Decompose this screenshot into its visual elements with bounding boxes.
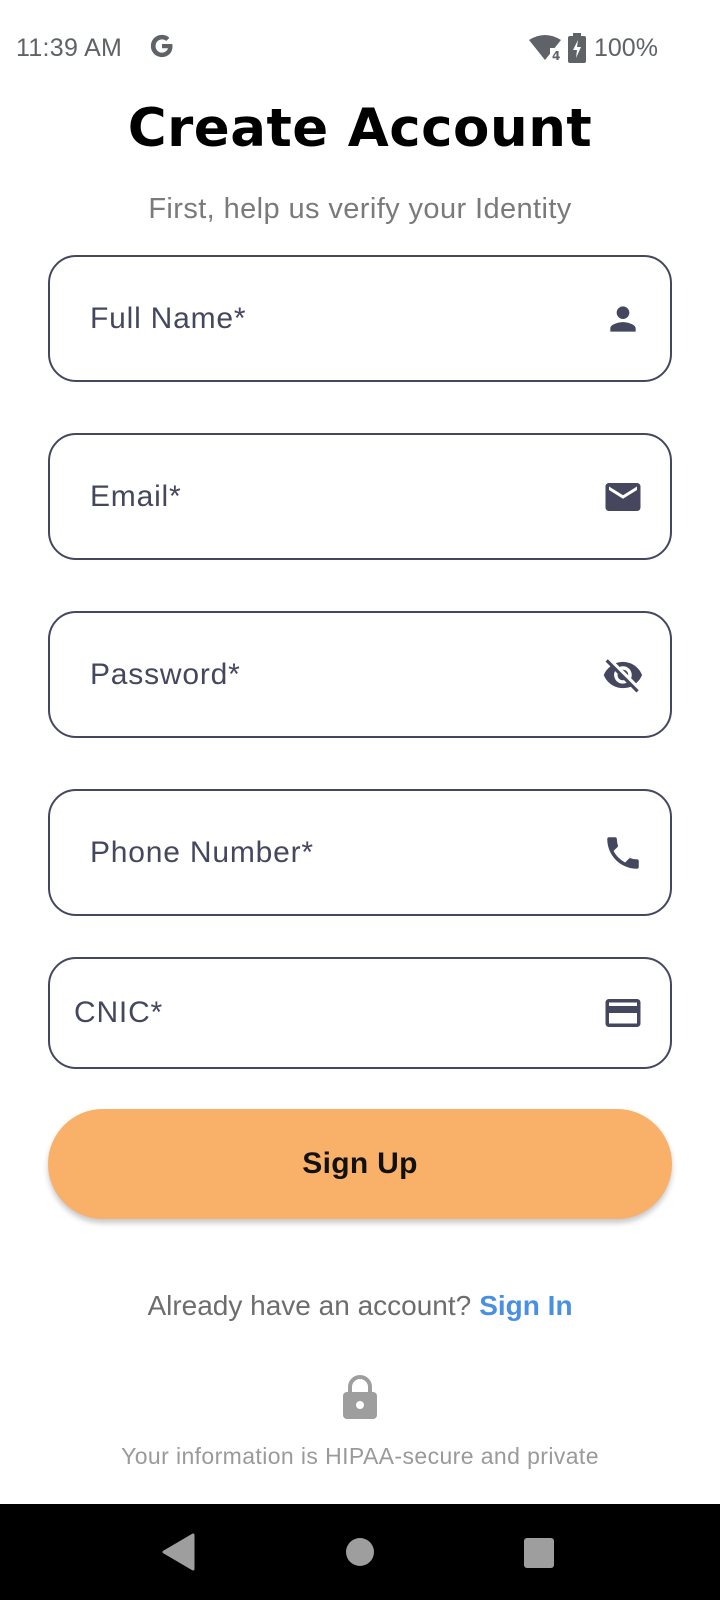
- cnic-label: CNIC*: [74, 996, 164, 1029]
- battery-percentage: 100%: [594, 34, 658, 62]
- full-name-field[interactable]: Full Name*: [48, 255, 672, 382]
- person-icon: [602, 298, 644, 340]
- email-field[interactable]: Email*: [48, 433, 672, 560]
- phone-icon: [602, 832, 644, 874]
- cnic-field[interactable]: CNIC*: [48, 957, 672, 1069]
- sign-in-prompt: Already have an account?: [147, 1290, 472, 1321]
- password-field[interactable]: Password*: [48, 611, 672, 738]
- sign-up-label: Sign Up: [302, 1147, 418, 1180]
- svg-text:4: 4: [552, 49, 560, 62]
- password-label: Password*: [90, 657, 241, 691]
- status-bar: 11:39 AM 4 100%: [0, 0, 720, 96]
- email-label: Email*: [90, 479, 182, 513]
- recents-icon[interactable]: [524, 1538, 554, 1568]
- full-name-label: Full Name*: [90, 301, 247, 335]
- mail-icon: [602, 476, 644, 518]
- sign-up-button[interactable]: Sign Up: [48, 1109, 672, 1219]
- privacy-note: Your information is HIPAA-secure and pri…: [121, 1443, 599, 1469]
- card-icon: [602, 992, 644, 1034]
- phone-number-label: Phone Number*: [90, 835, 314, 869]
- sign-in-row: Already have an account? Sign In: [0, 1290, 720, 1322]
- google-icon: [150, 34, 173, 58]
- lock-icon: [343, 1375, 377, 1419]
- sign-in-link[interactable]: Sign In: [479, 1290, 572, 1321]
- home-icon[interactable]: [346, 1538, 374, 1566]
- visibility-off-icon[interactable]: [602, 654, 644, 696]
- page-subtitle: First, help us verify your Identity: [148, 193, 572, 225]
- system-navigation-bar: [0, 1504, 720, 1600]
- back-icon[interactable]: [160, 1532, 196, 1572]
- status-time: 11:39 AM: [16, 34, 123, 62]
- wifi-icon: 4: [529, 35, 561, 62]
- page-title: Create Account: [127, 98, 593, 159]
- phone-number-field[interactable]: Phone Number*: [48, 789, 672, 916]
- battery-charging-icon: [568, 33, 586, 63]
